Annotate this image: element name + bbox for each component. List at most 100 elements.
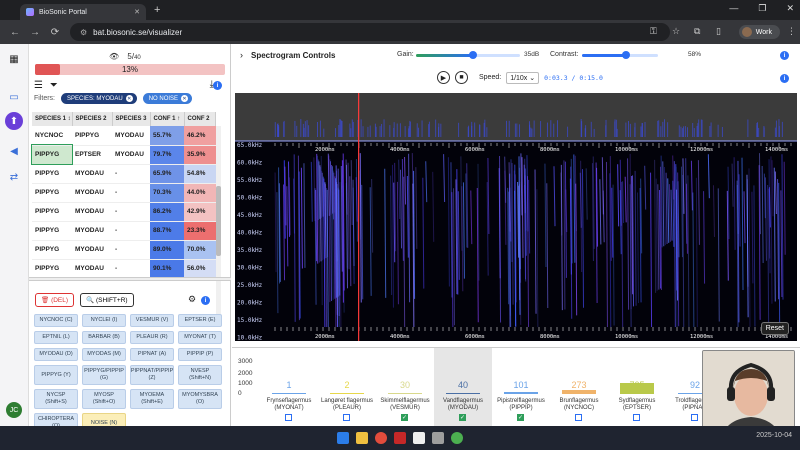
columns-icon[interactable]: ☰ <box>34 80 43 91</box>
stop-button[interactable]: ■ <box>455 71 468 84</box>
species-button[interactable]: NYCLEI (I) <box>82 314 126 327</box>
settings-icon[interactable] <box>432 432 444 444</box>
minimize-icon[interactable]: — <box>729 3 738 14</box>
speed-select[interactable]: 1/10x ⌄ <box>506 71 540 84</box>
bookmark-star-icon[interactable]: ☆ <box>672 26 680 37</box>
window-icon[interactable]: ▭ <box>5 88 23 106</box>
url-bar[interactable]: ⚙ bat.biosonic.se/visualizer <box>70 23 670 41</box>
species-button[interactable]: NYCNOC (C) <box>34 314 78 327</box>
profile-button[interactable]: Work <box>738 25 780 39</box>
histogram-bar[interactable]: 101 Pipistrelflagermus (PIPPIP) ✓ <box>492 348 550 427</box>
filter-icon[interactable]: ⏷ <box>50 80 58 91</box>
windows-start-icon[interactable] <box>337 432 349 444</box>
species-button[interactable]: MYOMYSBRA (O) <box>178 389 222 409</box>
table-row[interactable]: PIPPYG MYODAU -70.3% 44.0% <box>32 183 216 203</box>
species-checkbox[interactable]: ✓ <box>459 414 466 421</box>
site-info-icon[interactable]: ⚙ <box>80 28 87 37</box>
table-row[interactable]: PIPPYG MYODAU -86.2% 42.9% <box>32 202 216 222</box>
species-button[interactable]: MYONAT (T) <box>178 331 222 344</box>
upload-icon[interactable]: ⬆ <box>5 112 23 130</box>
browser-tab[interactable]: BioSonic Portal ✕ <box>20 4 146 20</box>
histogram-bar[interactable]: 1 Frynseflagermus (MYONAT) <box>260 348 318 427</box>
species-button[interactable]: PLEAUR (R) <box>130 331 174 344</box>
species-button[interactable]: BARBAR (B) <box>82 331 126 344</box>
gear-icon[interactable]: ⚙ <box>188 294 196 305</box>
info-icon[interactable]: i <box>780 74 789 83</box>
app-icon[interactable] <box>451 432 463 444</box>
remove-filter-icon[interactable]: ✕ <box>181 95 189 102</box>
file-explorer-icon[interactable] <box>356 432 368 444</box>
histogram-bar[interactable]: 705 Sydflagermus (EPTSER) <box>608 348 666 427</box>
species-button[interactable]: PIPPNAT/PIPPIP (Z) <box>130 365 174 385</box>
species-checkbox[interactable] <box>691 414 698 421</box>
histogram-bar[interactable]: 30 Skimmelflagermus (VESMUR) ✓ <box>376 348 434 427</box>
table-scrollbar[interactable] <box>216 126 221 316</box>
spectrogram-canvas[interactable]: 65.0kHz 60.0kHz 55.0kHz 50.0kHz 45.0kHz 40.0k… <box>235 93 797 341</box>
back-icon[interactable]: ← <box>10 27 20 38</box>
species-button[interactable]: VESMUR (V) <box>130 314 174 327</box>
species-checkbox[interactable] <box>633 414 640 421</box>
species-button[interactable]: PIPPIP (P) <box>178 348 222 361</box>
reset-zoom-button[interactable]: Reset <box>760 322 789 335</box>
table-row[interactable]: PIPPYG MYODAU -88.7% 23.3% <box>32 221 216 241</box>
search-button[interactable]: 🔍 (SHIFT+R) <box>80 293 134 307</box>
species-button[interactable]: EPTSER (E) <box>178 314 222 327</box>
maximize-icon[interactable]: ❐ <box>758 3 766 14</box>
species-checkbox[interactable] <box>285 414 292 421</box>
column-header[interactable]: CONF 1 ↑ <box>150 112 185 126</box>
extensions-icon[interactable]: ⧉ <box>694 26 700 37</box>
table-row[interactable]: PIPPYG EPTSER MYODAU 79.7% 35.9% <box>31 144 216 165</box>
species-button[interactable]: EPTNIL (L) <box>34 331 78 344</box>
column-header[interactable]: SPECIES 2 <box>72 112 113 126</box>
table-row[interactable]: PIPPYG MYODAU -90.1% 56.0% <box>32 259 216 279</box>
transfer-icon[interactable]: ⇄ <box>5 168 23 186</box>
histogram-bar[interactable]: 2 Langøret flagermus (PLEAUR) <box>318 348 376 427</box>
sidebar-toggle-icon[interactable]: ▯ <box>716 26 721 37</box>
species-button[interactable]: MYOSP (Shift+O) <box>82 389 126 409</box>
remove-filter-icon[interactable]: ✕ <box>125 95 133 102</box>
info-icon[interactable]: i <box>213 81 222 90</box>
gain-slider[interactable] <box>416 51 520 59</box>
play-pause-button[interactable]: ▶ <box>437 71 450 84</box>
table-row[interactable]: PIPPYG MYODAU -65.9% 54.8% <box>32 164 216 184</box>
filter-chip-species[interactable]: SPECIES: MYODAU ✕ <box>61 93 137 104</box>
app-icon[interactable] <box>394 432 406 444</box>
table-row[interactable]: NYCNOC PIPPYG MYODAU 55.7% 46.2% <box>32 126 216 146</box>
info-icon[interactable]: i <box>780 51 789 60</box>
audio-wave-icon[interactable]: ◀ <box>5 142 23 160</box>
panel-resize-handle[interactable] <box>29 277 231 281</box>
password-key-icon[interactable]: ⚿ <box>650 26 657 37</box>
species-button[interactable]: MYODAU (D) <box>34 348 78 361</box>
species-checkbox[interactable] <box>575 414 582 421</box>
species-checkbox[interactable] <box>343 414 350 421</box>
info-icon[interactable]: i <box>201 296 210 305</box>
user-avatar[interactable]: JC <box>6 402 22 418</box>
scrollbar-thumb[interactable] <box>216 186 221 256</box>
contrast-slider[interactable] <box>582 51 658 59</box>
filter-chip-noise[interactable]: NO NOISE ✕ <box>142 93 193 104</box>
chrome-icon[interactable] <box>375 432 387 444</box>
table-row[interactable]: PIPPYG MYODAU -89.0% 70.0% <box>32 240 216 260</box>
new-tab-button[interactable]: + <box>154 4 160 16</box>
species-button[interactable]: MYOEMA (Shift+E) <box>130 389 174 409</box>
histogram-bar[interactable]: 273 Brunflagermus (NYCNOC) <box>550 348 608 427</box>
species-button[interactable]: MYODAS (M) <box>82 348 126 361</box>
species-button[interactable]: PIPPYG (Y) <box>34 365 78 385</box>
histogram-bar[interactable]: 40 Vandflagermus (MYODAU) ✓ <box>434 348 492 427</box>
notion-icon[interactable] <box>413 432 425 444</box>
close-window-icon[interactable]: ✕ <box>786 3 794 14</box>
browser-menu-icon[interactable]: ⋮ <box>787 26 796 37</box>
species-checkbox[interactable]: ✓ <box>401 414 408 421</box>
tab-close-icon[interactable]: ✕ <box>134 8 140 16</box>
column-header[interactable]: SPECIES 1 ↕ <box>32 112 73 126</box>
species-button[interactable]: NYCSP (Shift+S) <box>34 389 78 409</box>
forward-icon[interactable]: → <box>30 27 40 38</box>
species-checkbox[interactable]: ✓ <box>517 414 524 421</box>
species-button[interactable]: PIPPYG/PIPPIP (G) <box>82 365 126 385</box>
chevron-right-icon[interactable]: › <box>240 50 243 60</box>
logo-icon[interactable]: ▦ <box>5 50 23 68</box>
column-header[interactable]: SPECIES 3 <box>112 112 151 126</box>
species-button[interactable]: PIPNAT (A) <box>130 348 174 361</box>
delete-button[interactable]: 🗑 (DEL) <box>35 293 75 307</box>
column-header[interactable]: CONF 2 <box>184 112 216 126</box>
